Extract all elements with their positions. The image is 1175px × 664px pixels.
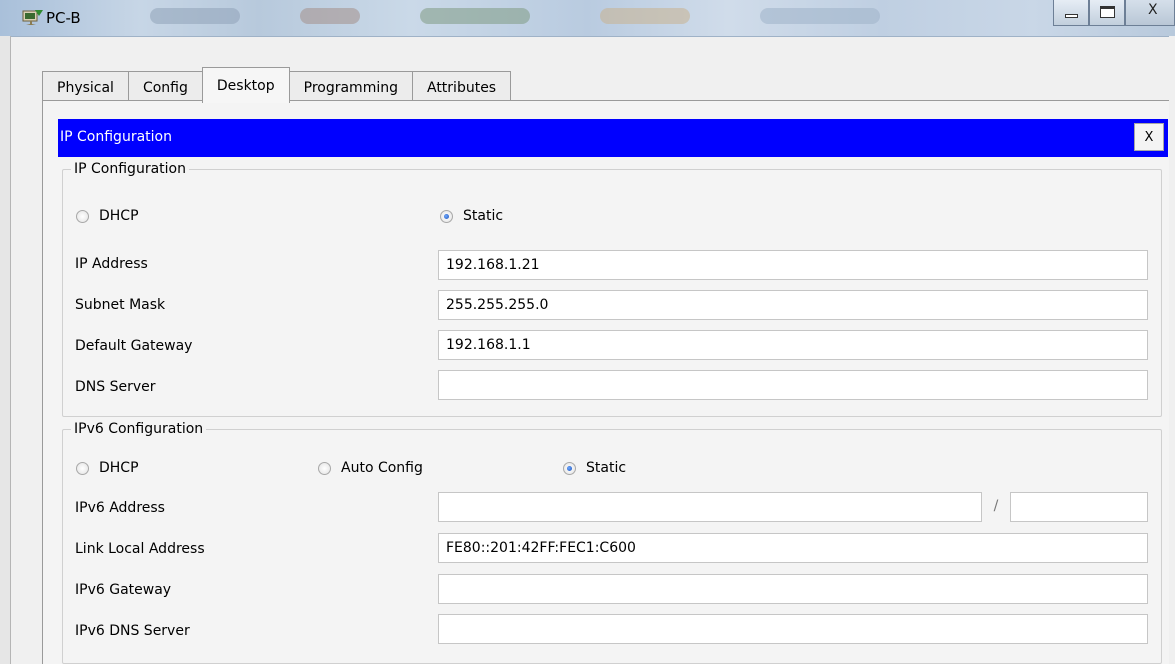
titlebar-decoration [760, 8, 880, 24]
ipv4-group-legend: IP Configuration [74, 161, 186, 177]
tab-attributes[interactable]: Attributes [411, 71, 512, 103]
ipv6-auto-config-radio[interactable]: Auto Config [318, 460, 423, 476]
close-icon: X [1148, 2, 1158, 18]
ip-address-label: IP Address [75, 256, 148, 272]
ipv6-dhcp-label: DHCP [99, 460, 139, 476]
ipv4-static-label: Static [463, 208, 504, 224]
default-gateway-label: Default Gateway [75, 338, 193, 354]
link-local-address-input[interactable]: FE80::201:42FF:FEC1:C600 [438, 533, 1148, 563]
dns-server-label: DNS Server [75, 379, 156, 395]
radio-unselected-icon [76, 461, 89, 475]
default-gateway-input[interactable]: 192.168.1.1 [438, 330, 1148, 360]
link-local-address-label: Link Local Address [75, 541, 205, 557]
titlebar-decoration [150, 8, 240, 24]
ipv6-gateway-input[interactable] [438, 574, 1148, 604]
ipv4-static-radio[interactable]: Static [440, 208, 503, 224]
ip-address-input[interactable]: 192.168.1.21 [438, 250, 1148, 280]
radio-unselected-icon [76, 209, 89, 223]
titlebar-decoration [420, 8, 530, 24]
ipv4-dhcp-radio[interactable]: DHCP [76, 208, 139, 224]
ipv6-gateway-label: IPv6 Gateway [75, 582, 172, 598]
tab-desktop[interactable]: Desktop [201, 67, 290, 103]
ipv4-dhcp-label: DHCP [99, 208, 139, 224]
prefix-separator: / [993, 498, 999, 514]
ipv6-static-label: Static [586, 460, 627, 476]
tab-bar: Physical Config Desktop Programming Attr… [42, 67, 512, 103]
tab-programming[interactable]: Programming [288, 71, 413, 103]
subnet-mask-input[interactable]: 255.255.255.0 [438, 290, 1148, 320]
window-frame-left [0, 36, 11, 664]
window-controls: X [1053, 0, 1175, 30]
window-frame-right [1169, 36, 1175, 664]
ip-configuration-header: IP Configuration X [58, 119, 1168, 157]
ipv6-dhcp-radio[interactable]: DHCP [76, 460, 139, 476]
ip-configuration-title: IP Configuration [60, 129, 172, 145]
packet-tracer-pc-icon [22, 10, 43, 25]
window-title: PC-B [46, 9, 81, 27]
ipv6-dns-server-input[interactable] [438, 614, 1148, 644]
ipv6-address-input[interactable] [438, 492, 982, 522]
minimize-button[interactable] [1053, 0, 1089, 26]
close-ip-configuration-button[interactable]: X [1134, 123, 1164, 151]
tab-config[interactable]: Config [127, 71, 203, 103]
close-window-button[interactable]: X [1125, 0, 1175, 26]
ipv6-group-legend: IPv6 Configuration [74, 421, 204, 437]
maximize-icon [1100, 6, 1115, 18]
tab-physical[interactable]: Physical [42, 71, 129, 103]
ipv6-auto-config-label: Auto Config [341, 460, 423, 476]
titlebar-decoration [600, 8, 690, 24]
radio-selected-icon [563, 461, 576, 475]
ipv6-static-radio[interactable]: Static [563, 460, 626, 476]
dns-server-input[interactable] [438, 370, 1148, 400]
ipv6-dns-server-label: IPv6 DNS Server [75, 623, 190, 639]
title-bar[interactable]: PC-B X [0, 0, 1175, 37]
subnet-mask-label: Subnet Mask [75, 297, 166, 313]
ipv6-address-label: IPv6 Address [75, 500, 165, 516]
titlebar-decoration [300, 8, 360, 24]
radio-selected-icon [440, 209, 453, 223]
minimize-icon [1065, 14, 1078, 18]
ipv6-prefix-length-input[interactable] [1010, 492, 1148, 522]
radio-unselected-icon [318, 461, 331, 475]
maximize-button[interactable] [1089, 0, 1125, 26]
